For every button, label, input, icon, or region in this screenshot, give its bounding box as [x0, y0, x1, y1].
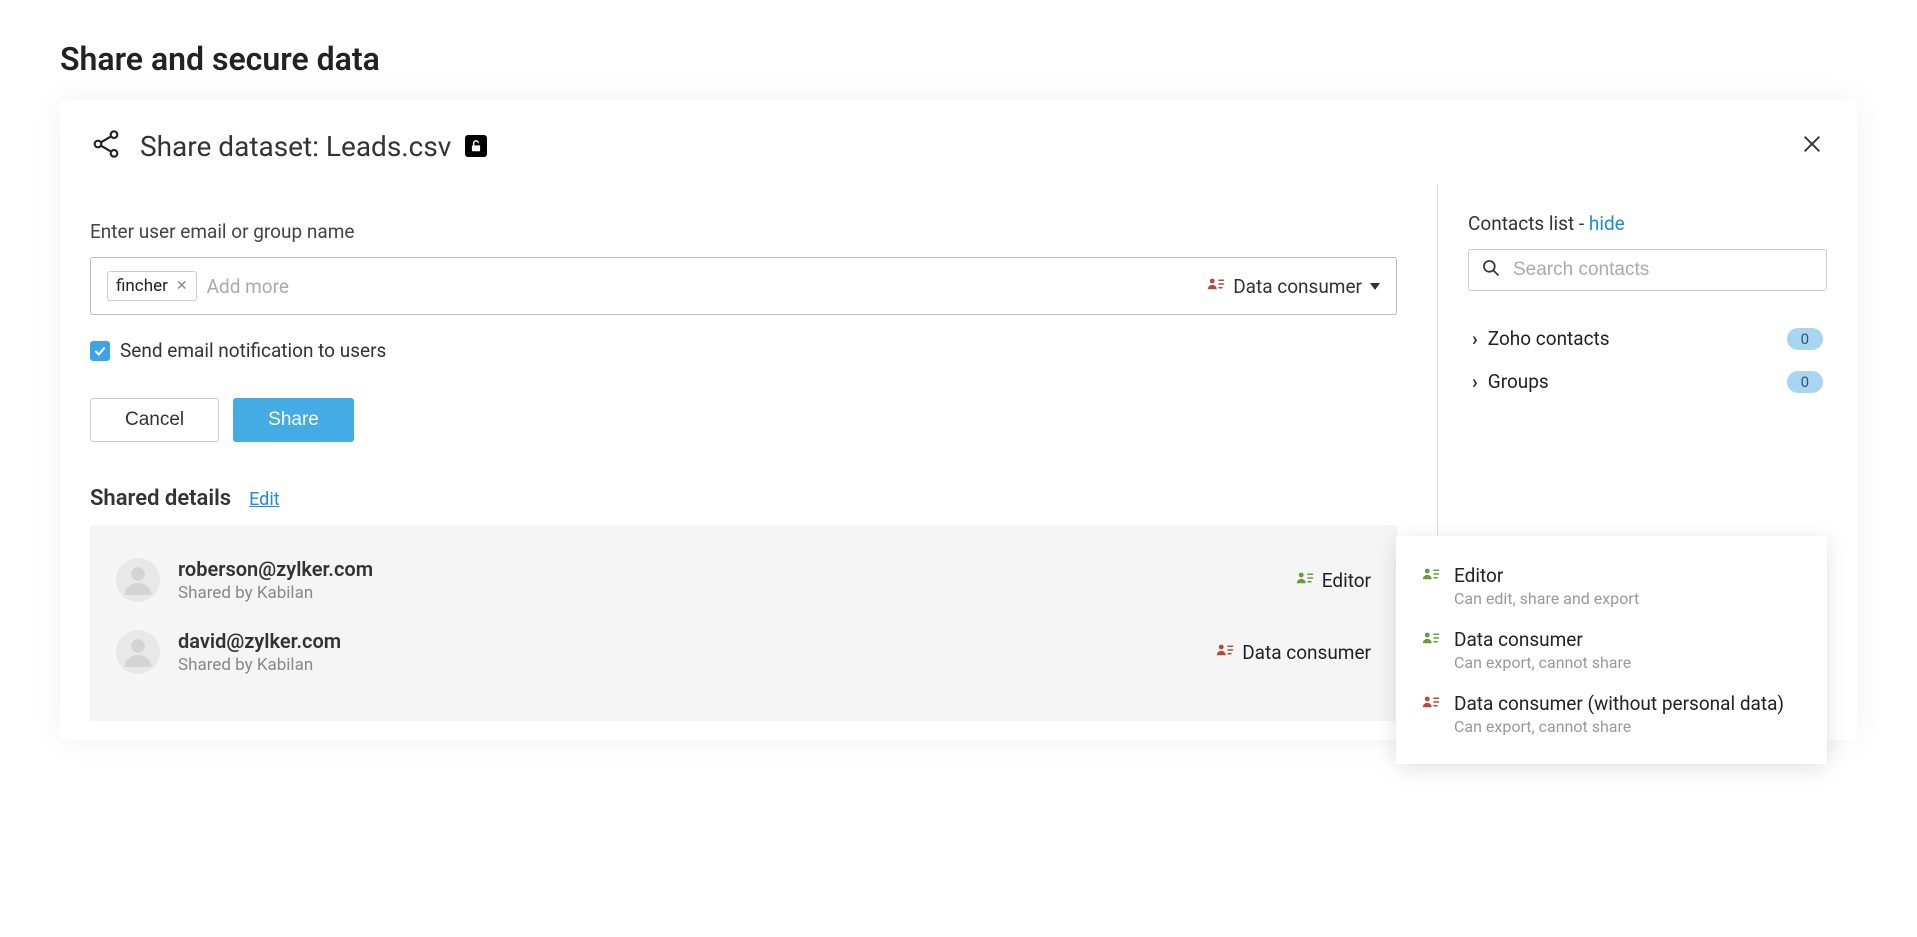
avatar-icon — [116, 630, 160, 674]
page-title: Share and secure data — [60, 40, 1857, 78]
contacts-header: Contacts list - hide — [1468, 212, 1827, 235]
count-badge: 0 — [1787, 328, 1823, 350]
shared-details-header: Shared details — [90, 486, 231, 511]
count-badge: 0 — [1787, 371, 1823, 393]
shared-role[interactable]: Data consumer — [1216, 641, 1371, 664]
lock-icon[interactable] — [465, 135, 487, 157]
search-contacts-box[interactable] — [1468, 249, 1827, 291]
edit-shared-link[interactable]: Edit — [249, 489, 279, 510]
notify-checkbox[interactable] — [90, 341, 110, 361]
role-dropdown-label: Data consumer — [1233, 275, 1362, 298]
person-badge-icon — [1422, 631, 1440, 672]
role-option-editor[interactable]: Editor Can edit, share and export — [1396, 554, 1827, 618]
role-option-name: Data consumer — [1454, 628, 1631, 651]
share-modal: Share dataset: Leads.csv Enter user emai… — [60, 100, 1857, 740]
role-option-desc: Can export, cannot share — [1454, 653, 1631, 672]
close-button[interactable] — [1797, 129, 1827, 163]
shared-email: david@zylker.com — [178, 629, 341, 653]
contact-group-label: Zoho contacts — [1488, 327, 1610, 350]
shared-item: roberson@zylker.com Shared by Kabilan Ed… — [116, 547, 1371, 619]
recipient-input[interactable]: fincher ✕ Add more Data consumer — [90, 257, 1397, 315]
role-option-name: Data consumer (without personal data) — [1454, 692, 1784, 715]
shared-item: david@zylker.com Shared by Kabilan Data … — [116, 619, 1371, 691]
recipient-label: Enter user email or group name — [90, 220, 1397, 243]
search-contacts-input[interactable] — [1513, 259, 1814, 281]
cancel-button[interactable]: Cancel — [90, 398, 219, 442]
shared-list: roberson@zylker.com Shared by Kabilan Ed… — [90, 525, 1397, 721]
role-option-consumer[interactable]: Data consumer Can export, cannot share — [1396, 618, 1827, 682]
role-menu: Editor Can edit, share and export — [1396, 536, 1827, 764]
shared-role-label: Editor — [1322, 569, 1371, 592]
chevron-right-icon: › — [1472, 327, 1478, 350]
role-option-name: Editor — [1454, 564, 1639, 587]
contact-group-label: Groups — [1488, 370, 1549, 393]
person-badge-icon — [1216, 643, 1234, 661]
role-dropdown[interactable]: Data consumer — [1207, 275, 1380, 298]
search-icon — [1481, 258, 1501, 282]
contact-group-zoho[interactable]: › Zoho contacts 0 — [1468, 317, 1827, 360]
avatar-icon — [116, 558, 160, 602]
person-badge-icon — [1422, 695, 1440, 736]
chip-remove-icon[interactable]: ✕ — [176, 278, 188, 294]
add-more-placeholder: Add more — [207, 275, 1198, 298]
chip-text: fincher — [116, 276, 168, 296]
chevron-right-icon: › — [1472, 370, 1478, 393]
contact-group-groups[interactable]: › Groups 0 — [1468, 360, 1827, 403]
shared-by: Shared by Kabilan — [178, 655, 341, 675]
person-badge-icon — [1296, 571, 1314, 589]
share-icon — [90, 128, 122, 164]
shared-by: Shared by Kabilan — [178, 583, 373, 603]
shared-email: roberson@zylker.com — [178, 557, 373, 581]
shared-role[interactable]: Editor — [1296, 569, 1371, 592]
role-option-consumer-nopersonal[interactable]: Data consumer (without personal data) Ca… — [1396, 682, 1827, 746]
notify-label: Send email notification to users — [120, 339, 386, 362]
role-option-desc: Can export, cannot share — [1454, 717, 1784, 736]
role-option-desc: Can edit, share and export — [1454, 589, 1639, 608]
recipient-chip: fincher ✕ — [107, 271, 197, 301]
person-badge-icon — [1207, 277, 1225, 295]
share-button[interactable]: Share — [233, 398, 354, 442]
caret-down-icon — [1370, 283, 1380, 290]
modal-header: Share dataset: Leads.csv — [60, 128, 1857, 184]
modal-title: Share dataset: Leads.csv — [140, 130, 451, 163]
hide-contacts-link[interactable]: hide — [1589, 212, 1625, 235]
person-badge-icon — [1422, 567, 1440, 608]
shared-role-label: Data consumer — [1242, 641, 1371, 664]
